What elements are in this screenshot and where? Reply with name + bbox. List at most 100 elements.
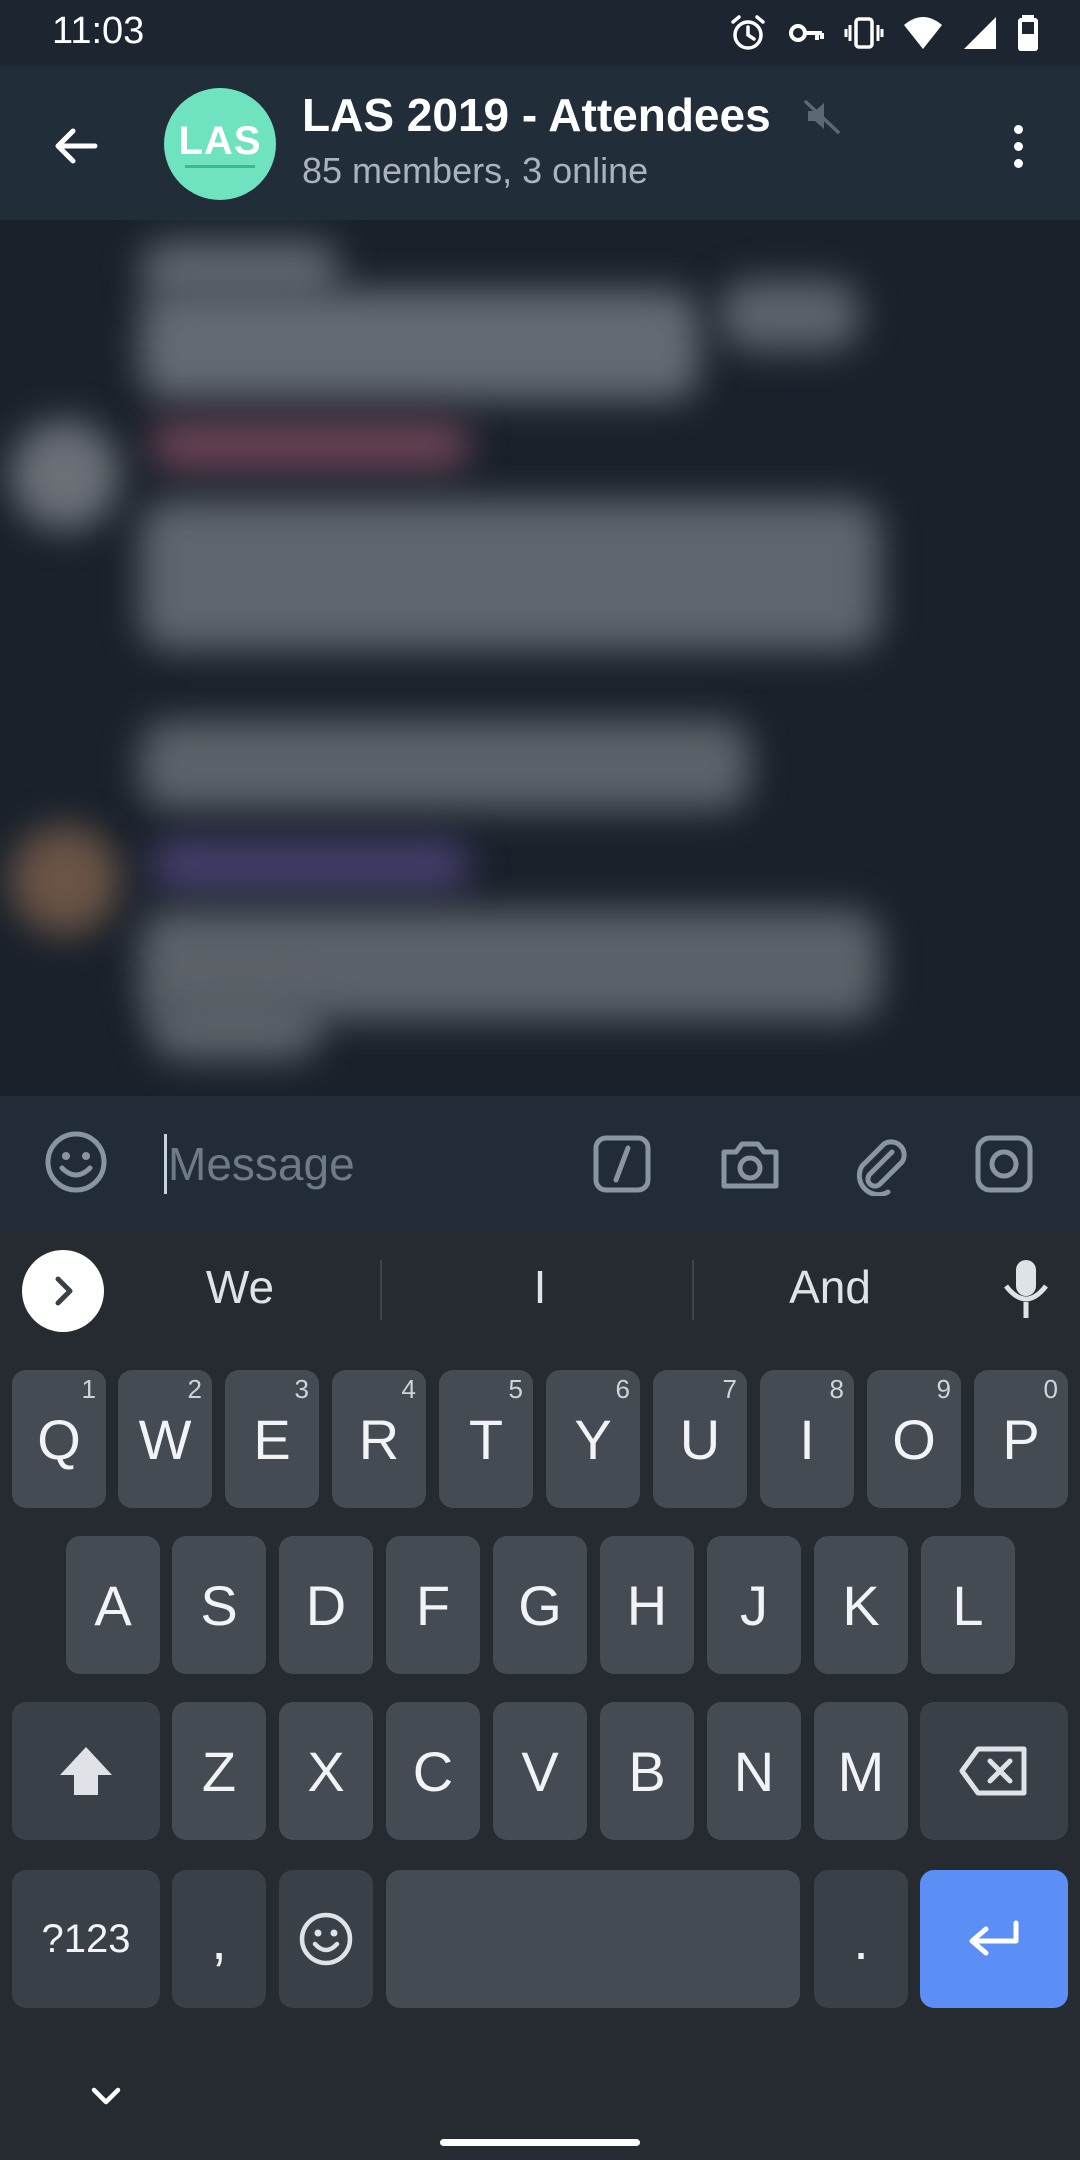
attach-icon[interactable] [848, 1132, 912, 1196]
blurred-message [140, 500, 880, 650]
key-b[interactable]: B [600, 1702, 694, 1840]
signal-icon [964, 17, 996, 49]
key-g[interactable]: G [493, 1536, 587, 1674]
key-hint: 7 [722, 1374, 737, 1404]
emoji-icon[interactable] [40, 1126, 112, 1198]
key-k[interactable]: K [814, 1536, 908, 1674]
key-v[interactable]: V [493, 1702, 587, 1840]
key-z[interactable]: Z [172, 1702, 266, 1840]
key-hint: 1 [81, 1374, 96, 1404]
microphone-icon[interactable] [996, 1256, 1056, 1322]
blurred-sender-name [150, 840, 470, 890]
status-icons [728, 12, 1040, 54]
key-hint: 6 [615, 1374, 630, 1404]
blurred-message [720, 280, 860, 350]
enter-icon [969, 1920, 1019, 1956]
symbols-key[interactable]: ?123 [12, 1870, 160, 2008]
hide-keyboard-icon[interactable] [86, 2082, 126, 2112]
key-u[interactable]: 7U [653, 1370, 747, 1508]
blurred-avatar [10, 825, 120, 935]
suggestion-1[interactable]: We [130, 1254, 350, 1320]
emoji-icon [299, 1912, 353, 1966]
dot-icon [1013, 124, 1023, 134]
suggestion-3[interactable]: And [720, 1254, 940, 1320]
key-d[interactable]: D [279, 1536, 373, 1674]
key-label: Q [37, 1407, 81, 1471]
chat-subtitle[interactable]: 85 members, 3 online [302, 150, 648, 192]
key-j[interactable]: J [707, 1536, 801, 1674]
text-cursor [164, 1134, 167, 1194]
key-hint: 3 [294, 1374, 309, 1404]
key-m[interactable]: M [814, 1702, 908, 1840]
key-hint: 9 [936, 1374, 951, 1404]
status-bar: 11:03 [0, 0, 1080, 66]
space-key[interactable] [386, 1870, 800, 2008]
key-q[interactable]: 1Q [12, 1370, 106, 1508]
shift-key[interactable] [12, 1702, 160, 1840]
chat-header: LAS LAS 2019 - Attendees 85 members, 3 o… [0, 66, 1080, 220]
back-button[interactable] [36, 106, 116, 186]
bot-commands-icon[interactable] [590, 1132, 654, 1196]
key-hint: 5 [508, 1374, 523, 1404]
key-p[interactable]: 0P [974, 1370, 1068, 1508]
key-y[interactable]: 6Y [546, 1370, 640, 1508]
key-c[interactable]: C [386, 1702, 480, 1840]
key-label: E [253, 1407, 291, 1471]
backspace-key[interactable] [920, 1702, 1068, 1840]
key-a[interactable]: A [66, 1536, 160, 1674]
more-options-button[interactable] [996, 106, 1040, 186]
key-label: T [468, 1407, 504, 1471]
instagram-icon[interactable] [972, 1132, 1036, 1196]
key-e[interactable]: 3E [225, 1370, 319, 1508]
comma-key[interactable]: , [172, 1870, 266, 2008]
emoji-key[interactable] [279, 1870, 373, 2008]
key-label: P [1002, 1407, 1040, 1471]
muted-icon [804, 100, 840, 134]
key-s[interactable]: S [172, 1536, 266, 1674]
status-time: 11:03 [52, 10, 145, 52]
group-avatar[interactable]: LAS [164, 88, 276, 200]
key-t[interactable]: 5T [439, 1370, 533, 1508]
avatar-text: LAS [178, 118, 262, 163]
key-x[interactable]: X [279, 1702, 373, 1840]
dot-icon [1013, 158, 1023, 168]
key-label: U [679, 1407, 721, 1471]
key-f[interactable]: F [386, 1536, 480, 1674]
key-hint: 4 [401, 1374, 416, 1404]
message-input[interactable] [168, 1126, 568, 1202]
battery-icon [1018, 15, 1038, 51]
avatar-decoration [185, 164, 255, 168]
suggestion-2[interactable]: I [420, 1254, 660, 1320]
shift-icon [60, 1747, 112, 1795]
key-r[interactable]: 4R [332, 1370, 426, 1508]
dot-icon [1013, 141, 1023, 151]
chat-title[interactable]: LAS 2019 - Attendees [302, 88, 771, 142]
message-input-bar [0, 1096, 1080, 1230]
key-label: R [358, 1407, 400, 1471]
key-o[interactable]: 9O [867, 1370, 961, 1508]
wifi-icon [904, 17, 942, 49]
key-h[interactable]: H [600, 1536, 694, 1674]
vibrate-icon [844, 17, 884, 49]
chevron-right-icon [55, 1276, 73, 1306]
telegram-chat-screen: 11:03 LAS LAS 2019 - Attendees 85 member… [0, 0, 1080, 2160]
key-label: Y [574, 1407, 612, 1471]
key-l[interactable]: L [921, 1536, 1015, 1674]
message-list[interactable] [0, 220, 1080, 1096]
vpn-key-icon [789, 24, 824, 42]
suggestions-toggle-button[interactable] [22, 1250, 104, 1332]
blurred-sender-name [150, 420, 470, 470]
blurred-message [140, 290, 700, 400]
key-w[interactable]: 2W [118, 1370, 212, 1508]
key-hint: 8 [829, 1374, 844, 1404]
enter-key[interactable] [920, 1870, 1068, 2008]
period-key[interactable]: . [814, 1870, 908, 2008]
blurred-message [150, 990, 320, 1060]
key-label: W [138, 1407, 192, 1471]
key-i[interactable]: 8I [760, 1370, 854, 1508]
key-n[interactable]: N [707, 1702, 801, 1840]
home-indicator[interactable] [440, 2139, 640, 2146]
camera-icon[interactable] [718, 1132, 782, 1196]
arrow-back-icon [55, 128, 98, 164]
key-hint: 0 [1043, 1374, 1058, 1404]
